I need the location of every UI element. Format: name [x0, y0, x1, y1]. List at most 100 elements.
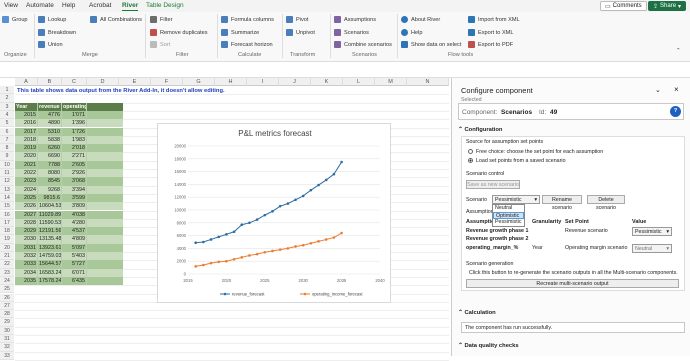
row-header[interactable]: 25: [0, 285, 14, 294]
column-header-e[interactable]: E: [119, 78, 151, 86]
free-choice-radio[interactable]: Free choice: choose the set point for ea…: [468, 149, 603, 155]
row-header[interactable]: 23: [0, 268, 14, 277]
table-row[interactable]: 2026 10604.536 3'809: [15, 202, 123, 211]
rename-scenario-button[interactable]: Rename scenario: [542, 195, 582, 211]
table-cell[interactable]: 2030: [15, 235, 38, 244]
table-cell[interactable]: 2027: [15, 210, 38, 219]
value-select[interactable]: Pessimistic ▾: [632, 227, 672, 236]
row-header[interactable]: 29: [0, 318, 14, 327]
table-cell[interactable]: 2017: [15, 127, 38, 136]
table-header-cell[interactable]: operating: [62, 102, 87, 111]
tab-table-design[interactable]: Table Design: [146, 2, 184, 9]
table-cell[interactable]: 2018: [15, 135, 38, 145]
pivot-button[interactable]: Pivot: [286, 16, 308, 23]
lookup-button[interactable]: Lookup: [38, 16, 66, 23]
table-cell[interactable]: 5838: [38, 135, 62, 145]
row-header[interactable]: 4: [0, 110, 14, 120]
table-row[interactable]: 2022 8080 2'926: [15, 169, 123, 178]
row-header[interactable]: 10: [0, 160, 14, 169]
table-cell[interactable]: 5'403: [62, 252, 87, 261]
table-cell[interactable]: 4890: [38, 119, 62, 128]
column-header-d[interactable]: D: [87, 78, 119, 86]
sort-button[interactable]: Sort: [150, 41, 170, 48]
table-cell[interactable]: 12191.5688: [38, 227, 62, 236]
table-cell[interactable]: 2031: [15, 243, 38, 252]
export-pdf-button[interactable]: Export to PDF: [468, 41, 513, 48]
table-cell[interactable]: 1'983: [62, 135, 87, 145]
table-cell[interactable]: 2'018: [62, 144, 87, 153]
row-header[interactable]: 13: [0, 185, 14, 194]
row-header[interactable]: 3: [0, 102, 14, 111]
table-cell[interactable]: 4776: [38, 110, 62, 120]
table-row[interactable]: 203113923.61625'097: [15, 243, 123, 252]
row-header[interactable]: 16: [0, 210, 14, 219]
table-cell[interactable]: 4'809: [62, 235, 87, 244]
table-cell[interactable]: 2034: [15, 268, 38, 277]
group-button[interactable]: Group: [2, 16, 28, 23]
row-header[interactable]: 18: [0, 227, 14, 236]
row-header[interactable]: 31: [0, 335, 14, 344]
table-cell[interactable]: 2'605: [62, 160, 87, 169]
column-header-n[interactable]: N: [407, 78, 449, 86]
data-quality-section-header[interactable]: ⌃ Data quality checks: [458, 343, 519, 349]
column-header-k[interactable]: K: [311, 78, 343, 86]
table-cell[interactable]: 2'271: [62, 152, 87, 161]
dropdown-option[interactable]: Neutral: [493, 205, 524, 212]
chevron-down-icon[interactable]: ⌄: [655, 86, 661, 94]
table-cell[interactable]: 1'396: [62, 119, 87, 128]
table-cell[interactable]: 2019: [15, 144, 38, 153]
table-cell[interactable]: 16583.2497: [38, 268, 62, 277]
share-button[interactable]: ⇪ Share ▾: [648, 1, 687, 11]
table-cell[interactable]: 2035: [15, 276, 38, 286]
save-new-scenario-button[interactable]: Save as new scenario: [466, 180, 520, 189]
configuration-section-header[interactable]: ⌃ Configuration: [458, 127, 502, 133]
row-header[interactable]: 26: [0, 293, 14, 302]
table-cell[interactable]: 2023: [15, 177, 38, 186]
row-header[interactable]: 19: [0, 235, 14, 244]
row-header[interactable]: 32: [0, 343, 14, 352]
table-cell[interactable]: 10604.536: [38, 202, 62, 211]
row-header[interactable]: 7: [0, 135, 14, 145]
table-cell[interactable]: 6'071: [62, 268, 87, 277]
column-header-b[interactable]: B: [38, 78, 62, 86]
table-header-cell[interactable]: revenue: [38, 102, 62, 111]
table-cell[interactable]: 5'727: [62, 260, 87, 269]
table-row[interactable]: 2016 4890 1'396: [15, 119, 123, 128]
value-select[interactable]: Neutral ▾: [632, 244, 672, 253]
row-header[interactable]: 27: [0, 301, 14, 311]
assumptions-button[interactable]: Assumptions: [334, 16, 376, 23]
table-cell[interactable]: 15644.5752: [38, 260, 62, 269]
comments-button[interactable]: ▭ Comments: [600, 1, 647, 11]
forecast-horizon-button[interactable]: Forecast horizon: [221, 41, 273, 48]
table-cell[interactable]: 14759.0332: [38, 252, 62, 261]
table-row[interactable]: 203214759.03325'403: [15, 252, 123, 261]
column-header-f[interactable]: F: [151, 78, 183, 86]
import-xml-button[interactable]: Import from XML: [468, 16, 520, 23]
row-header[interactable]: 22: [0, 260, 14, 269]
combine-scenarios-button[interactable]: Combine scenarios: [334, 41, 392, 48]
column-header-m[interactable]: M: [375, 78, 407, 86]
column-header-h[interactable]: H: [215, 78, 247, 86]
table-row[interactable]: 202711029.89824'038: [15, 210, 123, 219]
table-cell[interactable]: 7788: [38, 160, 62, 169]
table-cell[interactable]: 2020: [15, 152, 38, 161]
table-row[interactable]: 2021 7788 2'605: [15, 160, 123, 169]
table-cell[interactable]: 2033: [15, 260, 38, 269]
row-header[interactable]: 15: [0, 202, 14, 211]
dropdown-option-selected[interactable]: Optimistic: [493, 212, 524, 219]
tab-automate[interactable]: Automate: [26, 2, 54, 9]
formula-columns-button[interactable]: Formula columns: [221, 16, 274, 23]
table-cell[interactable]: 3'394: [62, 185, 87, 194]
help-icon[interactable]: ?: [670, 106, 681, 117]
row-header[interactable]: 11: [0, 169, 14, 178]
table-row[interactable]: 2025 9815.6 3'599: [15, 193, 123, 203]
table-cell[interactable]: 11590.5386: [38, 218, 62, 228]
tab-view[interactable]: View: [4, 2, 18, 9]
table-cell[interactable]: 2026: [15, 202, 38, 211]
table-row[interactable]: 2015 4776 1'071: [15, 110, 123, 120]
column-header-a[interactable]: A: [15, 78, 38, 86]
column-header-c[interactable]: C: [62, 78, 87, 86]
row-header[interactable]: 14: [0, 193, 14, 203]
table-cell[interactable]: 8545: [38, 177, 62, 186]
table-cell[interactable]: 5310: [38, 127, 62, 136]
